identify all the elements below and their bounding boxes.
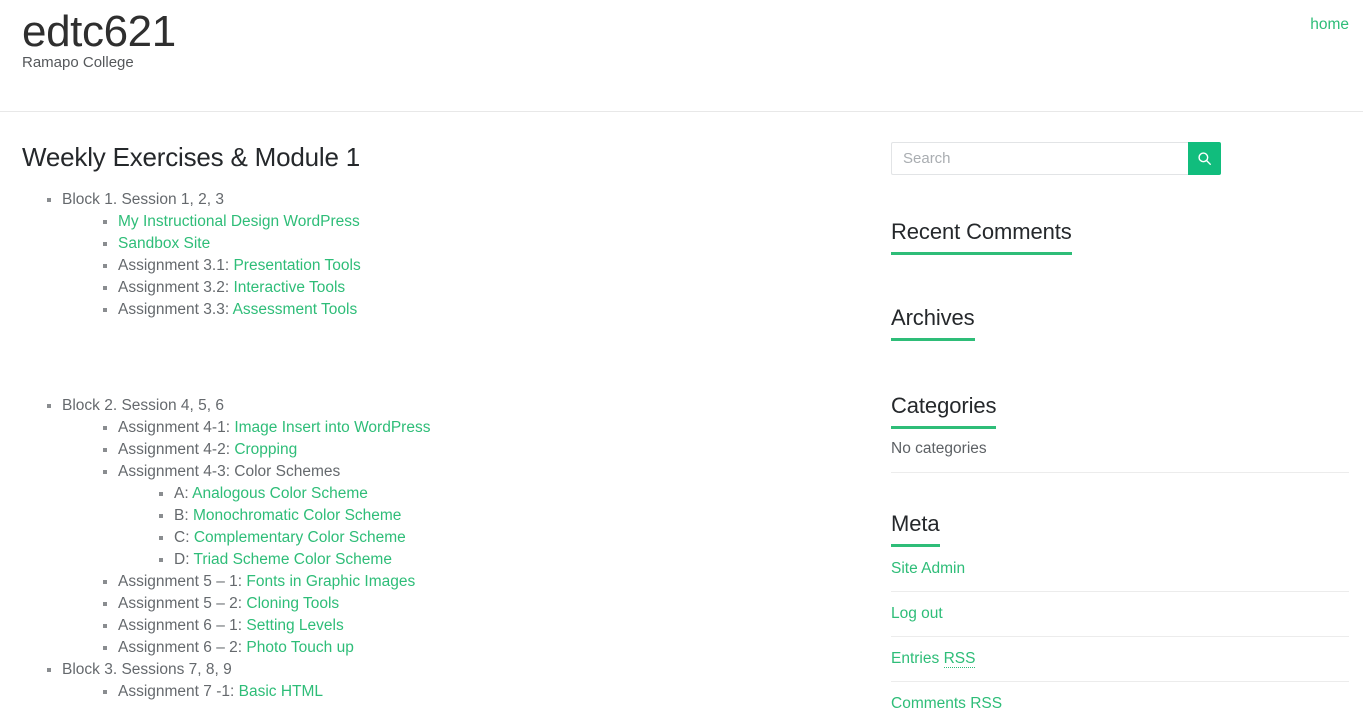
search-form	[891, 142, 1221, 175]
list-item: Assignment 4-1: Image Insert into WordPr…	[118, 417, 852, 439]
item-link[interactable]: Interactive Tools	[233, 279, 345, 296]
item-prefix: A:	[174, 485, 193, 502]
main-content-column: Weekly Exercises & Module 1 Block 1. Ses…	[22, 142, 852, 703]
list-item: Entries RSS	[891, 637, 1349, 682]
item-prefix: Assignment 7 -1:	[118, 683, 239, 700]
item-link[interactable]: Complementary Color Scheme	[194, 529, 406, 546]
item-link[interactable]: Monochromatic Color Scheme	[193, 507, 401, 524]
meta-link-log-out[interactable]: Log out	[891, 605, 943, 622]
widget-title: Meta	[891, 511, 940, 547]
block-item: Block 3. Sessions 7, 8, 9 Assignment 7 -…	[62, 659, 852, 703]
list-item: Assignment 3.1: Presentation Tools	[118, 255, 852, 277]
list-item: Log out	[891, 592, 1349, 637]
block-item: Block 2. Session 4, 5, 6 Assignment 4-1:…	[62, 395, 852, 659]
page-root: edtc621 Ramapo College home Weekly Exerc…	[0, 0, 1363, 723]
block-label: Block 1. Session 1, 2, 3	[62, 191, 224, 208]
block-item: Block 1. Session 1, 2, 3 My Instructiona…	[62, 189, 852, 321]
item-link[interactable]: Setting Levels	[246, 617, 343, 634]
list-item: Assignment 4-3: Color Schemes A: Analogo…	[118, 461, 852, 571]
item-prefix: Assignment 6 – 2:	[118, 639, 247, 656]
item-prefix: Assignment 3.2:	[118, 279, 234, 296]
item-link[interactable]: Analogous Color Scheme	[192, 485, 368, 502]
list-item: Sandbox Site	[118, 233, 852, 255]
site-header: edtc621 Ramapo College home	[0, 0, 1363, 112]
color-scheme-sublist: A: Analogous Color Scheme B: Monochromat…	[118, 483, 852, 571]
main-navigation: home	[1310, 16, 1349, 34]
widget-archives: Archives	[891, 305, 1349, 341]
page-title: Weekly Exercises & Module 1	[22, 142, 361, 172]
block-label: Block 2. Session 4, 5, 6	[62, 397, 224, 414]
rss-abbr: RSS	[943, 650, 976, 668]
item-link[interactable]: Presentation Tools	[233, 257, 360, 274]
item-prefix: C:	[174, 529, 194, 546]
item-prefix: Assignment 6 – 1:	[118, 617, 247, 634]
meta-link-label: Entries	[891, 650, 944, 667]
item-link[interactable]: Photo Touch up	[246, 639, 353, 656]
widget-title: Recent Comments	[891, 219, 1072, 255]
list-item: D: Triad Scheme Color Scheme	[174, 549, 852, 571]
widget-body: No categories	[891, 438, 1349, 473]
widget-recent-comments: Recent Comments	[891, 219, 1349, 255]
list-item: Assignment 6 – 2: Photo Touch up	[118, 637, 852, 659]
search-input[interactable]	[891, 142, 1188, 175]
site-title: edtc621	[22, 7, 176, 56]
widget-title: Archives	[891, 305, 975, 341]
list-item: Assignment 6 – 1: Setting Levels	[118, 615, 852, 637]
item-link[interactable]: Sandbox Site	[118, 235, 210, 252]
block-sublist: Assignment 7 -1: Basic HTML	[62, 681, 852, 703]
list-item: Site Admin	[891, 556, 1349, 592]
entry-content: Block 1. Session 1, 2, 3 My Instructiona…	[22, 189, 852, 703]
item-prefix: Assignment 5 – 2:	[118, 595, 247, 612]
search-icon	[1197, 151, 1212, 166]
block-label: Block 3. Sessions 7, 8, 9	[62, 661, 232, 678]
item-prefix: Assignment 4-3: Color Schemes	[118, 463, 341, 480]
item-link[interactable]: Basic HTML	[239, 683, 323, 700]
item-link[interactable]: Cropping	[234, 441, 297, 458]
item-link[interactable]: Assessment Tools	[233, 301, 358, 318]
widget-categories: Categories No categories	[891, 393, 1349, 473]
list-item: My Instructional Design WordPress	[118, 211, 852, 233]
widget-title: Categories	[891, 393, 997, 429]
list-item: B: Monochromatic Color Scheme	[174, 505, 852, 527]
item-link[interactable]: My Instructional Design WordPress	[118, 213, 360, 230]
item-link[interactable]: Triad Scheme Color Scheme	[194, 551, 392, 568]
site-tagline: Ramapo College	[22, 54, 134, 71]
item-prefix: Assignment 4-1:	[118, 419, 235, 436]
list-item: Assignment 7 -1: Basic HTML	[118, 681, 852, 703]
block-sublist: Assignment 4-1: Image Insert into WordPr…	[62, 417, 852, 659]
widget-meta: Meta Site Admin Log out Entries RSS Comm…	[891, 511, 1349, 723]
sidebar: Recent Comments Archives Categories No c…	[891, 142, 1349, 723]
list-item: C: Complementary Color Scheme	[174, 527, 852, 549]
list-item: Assignment 5 – 1: Fonts in Graphic Image…	[118, 571, 852, 593]
list-item: A: Analogous Color Scheme	[174, 483, 852, 505]
list-item: Comments RSS	[891, 682, 1349, 723]
list-item: Assignment 5 – 2: Cloning Tools	[118, 593, 852, 615]
list-item: Assignment 3.2: Interactive Tools	[118, 277, 852, 299]
item-prefix: D:	[174, 551, 194, 568]
meta-link-comments-rss[interactable]: Comments RSS	[891, 695, 1002, 712]
item-prefix: Assignment 5 – 1:	[118, 573, 247, 590]
item-prefix: Assignment 3.3:	[118, 301, 233, 318]
item-prefix: Assignment 4-2:	[118, 441, 235, 458]
item-link[interactable]: Cloning Tools	[246, 595, 339, 612]
no-categories-text: No categories	[891, 438, 1349, 473]
list-item: Assignment 3.3: Assessment Tools	[118, 299, 852, 321]
item-link[interactable]: Fonts in Graphic Images	[246, 573, 415, 590]
meta-link-site-admin[interactable]: Site Admin	[891, 560, 965, 577]
item-prefix: Assignment 3.1:	[118, 257, 234, 274]
block-sublist: My Instructional Design WordPress Sandbo…	[62, 211, 852, 321]
list-item: Assignment 4-2: Cropping	[118, 439, 852, 461]
item-prefix: B:	[174, 507, 193, 524]
meta-link-entries-rss[interactable]: Entries RSS	[891, 650, 976, 668]
meta-link-list: Site Admin Log out Entries RSS Comments …	[891, 556, 1349, 723]
nav-item-home[interactable]: home	[1310, 16, 1349, 33]
item-link[interactable]: Image Insert into WordPress	[234, 419, 430, 436]
search-submit-button[interactable]	[1188, 142, 1221, 175]
block-list-1: Block 1. Session 1, 2, 3 My Instructiona…	[22, 189, 852, 321]
block-list-2: Block 2. Session 4, 5, 6 Assignment 4-1:…	[22, 395, 852, 703]
